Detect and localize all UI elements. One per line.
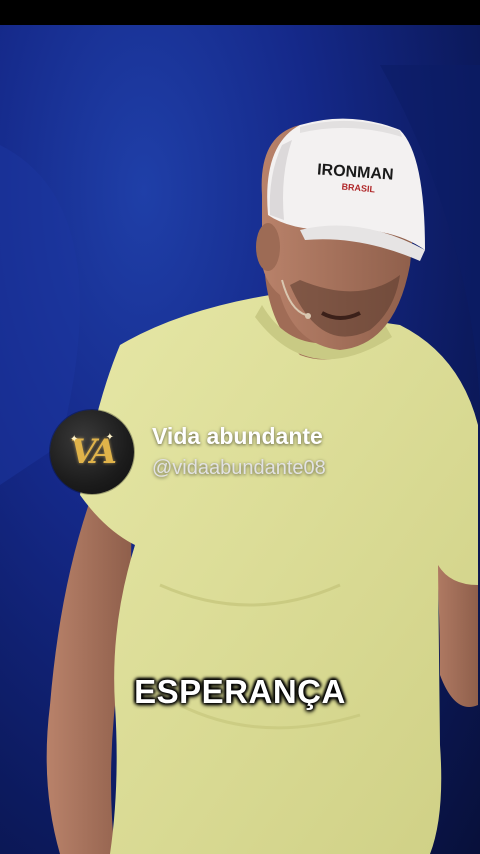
- video-caption: ESPERANÇA: [134, 673, 346, 710]
- channel-avatar[interactable]: VA ✦ ✦: [50, 410, 134, 494]
- channel-handle[interactable]: @vidaabundante08: [152, 454, 326, 482]
- channel-name[interactable]: Vida abundante: [152, 422, 326, 450]
- channel-info: Vida abundante @vidaabundante08: [152, 422, 326, 482]
- top-status-bar: [0, 0, 480, 25]
- channel-badge[interactable]: VA ✦ ✦ Vida abundante @vidaabundante08: [50, 410, 326, 494]
- sparkle-icon: ✦: [70, 434, 79, 445]
- video-player[interactable]: IRONMAN BRASIL VA ✦ ✦ Vida abundante @vi…: [0, 25, 480, 854]
- sparkle-icon: ✦: [105, 432, 114, 443]
